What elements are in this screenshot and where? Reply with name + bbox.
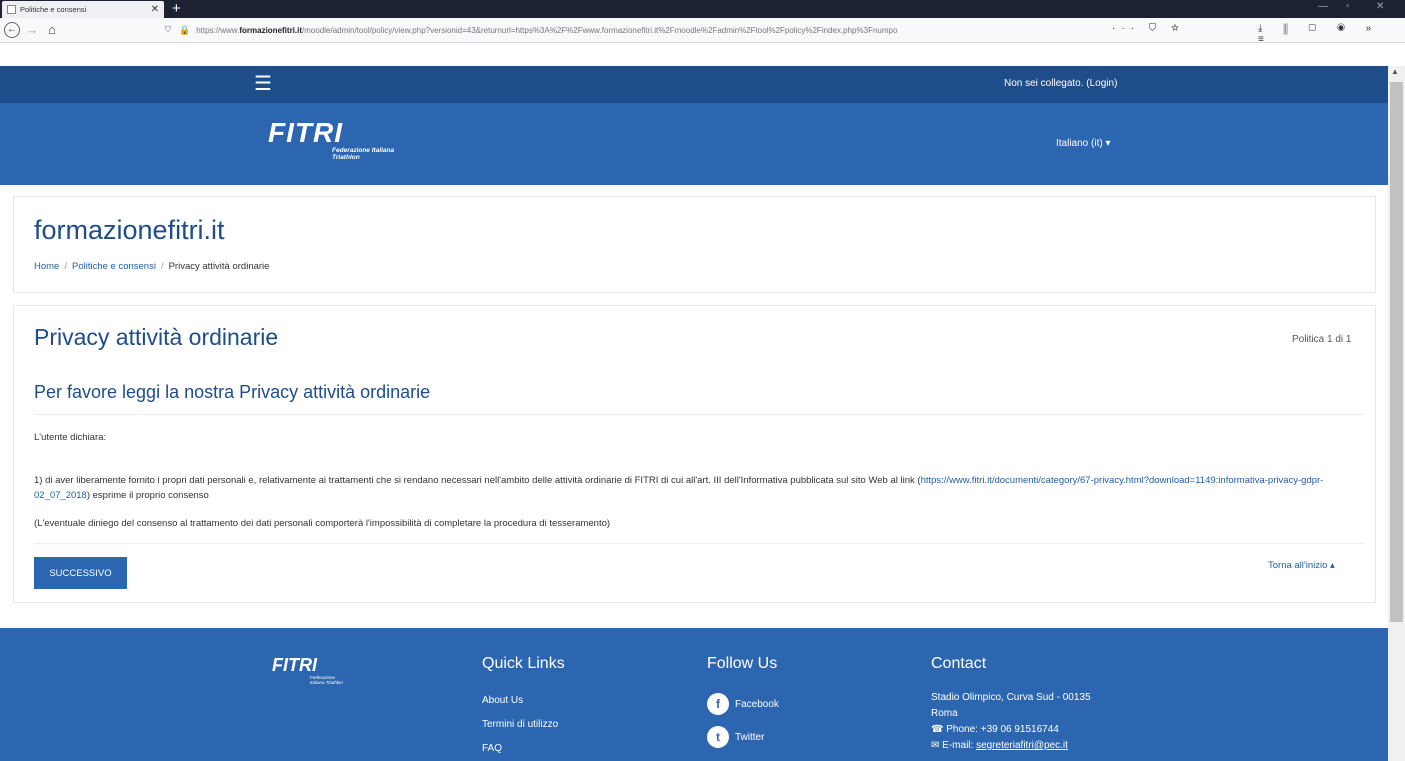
phone-text: Phone: +39 06 91516744 — [946, 724, 1059, 735]
policy-subtitle: Per favore leggi la nostra Privacy attiv… — [34, 382, 431, 402]
footer-logo-text: FITRI — [272, 655, 317, 675]
footer-link-about[interactable]: About Us — [482, 695, 523, 706]
next-button[interactable]: SUCCESSIVO — [34, 557, 127, 589]
facebook-icon: f — [707, 693, 729, 715]
browser-nav-bar: ← → ⌂ ⛉ 🔒 https://www. formazionefitri.it… — [0, 18, 1405, 45]
contact-address-line2: Roma — [931, 708, 958, 719]
divider — [34, 543, 1364, 544]
page-actions-icon[interactable]: ··· ⛉ ☆ — [1112, 23, 1185, 34]
hamburger-menu-icon[interactable]: ☰ — [254, 74, 272, 94]
url-path: /moodle/admin/tool/policy/view.php?versi… — [302, 25, 898, 35]
browser-tab-bar: Politiche e consensi ✕ + — ▫ ✕ — [0, 0, 1405, 18]
breadcrumb-separator: / — [160, 261, 164, 272]
phone-icon: ☎ — [931, 724, 944, 735]
breadcrumb-home[interactable]: Home — [34, 261, 59, 272]
url-domain: formazionefitri.it — [239, 25, 303, 35]
url-bar[interactable]: ⛉ 🔒 https://www. formazionefitri.it/moodl… — [165, 21, 1175, 39]
language-label: Italiano (it) — [1056, 138, 1103, 149]
item1-text-start: 1) di aver liberamente fornito i propri … — [34, 475, 921, 486]
item1-text-end: ) esprime il proprio consenso — [86, 490, 209, 501]
contact-address-line1: Stadio Olimpico, Curva Sud - 00135 — [931, 692, 1091, 703]
language-selector[interactable]: Italiano (it) ▾ — [1056, 138, 1111, 149]
lock-icon: 🔒 — [179, 24, 191, 35]
policy-link-part-a: https://www.fitri.it/documenti/category/… — [920, 475, 1094, 486]
back-icon[interactable]: ← — [4, 22, 20, 38]
back-to-top-link[interactable]: Torna all'inizio ▴ — [1268, 560, 1335, 571]
site-title: formazionefitri.it — [34, 215, 225, 245]
twitter-link[interactable]: t Twitter — [707, 726, 764, 748]
page-title: Privacy attività ordinarie — [34, 324, 279, 350]
breadcrumb-separator: / — [64, 261, 67, 272]
contact-email: ✉ E-mail: segreteriafitri@pec.it — [931, 740, 1068, 751]
scroll-up-icon[interactable]: ▲ — [1391, 67, 1399, 76]
home-icon[interactable]: ⌂ — [44, 22, 60, 38]
forward-icon[interactable]: → — [24, 22, 40, 38]
policy-counter: Politica 1 di 1 — [1292, 334, 1352, 345]
breadcrumb: Home / Politiche e consensi / Privacy attivi… — [34, 261, 269, 272]
facebook-label: Facebook — [735, 698, 779, 710]
footer-link-faq[interactable]: FAQ — [482, 743, 502, 754]
twitter-label: Twitter — [735, 731, 765, 743]
policy-item-1: 1) di aver liberamente fornito i propri … — [34, 473, 1369, 503]
tab-title: Politiche e consensi — [20, 5, 87, 14]
favicon-icon — [7, 5, 16, 14]
minimize-icon[interactable]: — — [1318, 1, 1328, 12]
email-link[interactable]: segreteriafitri@pec.it — [976, 740, 1068, 751]
envelope-icon: ✉ — [931, 740, 940, 751]
policy-intro: L'utente dichiara: — [34, 432, 107, 443]
site-top-nav: ☰ Non sei collegato. (Login) — [0, 66, 1388, 103]
policy-note: (L'eventuale diniego del consenso al tra… — [34, 518, 611, 529]
breadcrumb-policies[interactable]: Politiche e consensi — [72, 261, 156, 272]
footer-logo-subtext: Federazione Italiana Triathlon — [310, 675, 343, 685]
logo-text: FITRI — [268, 117, 343, 148]
caret-down-icon: ▾ — [1105, 138, 1111, 149]
email-label: E-mail: — [942, 740, 977, 751]
footer-logo[interactable]: FITRI Federazione Italiana Triathlon — [272, 655, 343, 685]
close-tab-icon[interactable]: ✕ — [151, 4, 159, 15]
contact-heading: Contact — [931, 655, 987, 672]
restore-icon[interactable]: ▫ — [1346, 1, 1350, 12]
facebook-link[interactable]: f Facebook — [707, 693, 779, 715]
browser-tab[interactable]: Politiche e consensi ✕ — [2, 1, 164, 18]
footer-link-terms[interactable]: Termini di utilizzo — [482, 719, 558, 730]
url-prefix: https://www. — [196, 25, 240, 35]
follow-us-heading: Follow Us — [707, 655, 778, 672]
breadcrumb-current: Privacy attività ordinarie — [168, 261, 270, 272]
shield-icon: ⛉ — [165, 25, 171, 34]
login-link[interactable]: Non sei collegato. (Login) — [1004, 78, 1117, 89]
divider — [34, 414, 1364, 415]
toolbar-icons[interactable]: ⤓ ⫼ ▢ ◉ » ≡ — [1258, 23, 1405, 45]
new-tab-icon[interactable]: + — [172, 1, 181, 16]
close-window-icon[interactable]: ✕ — [1376, 1, 1384, 12]
fitri-logo[interactable]: FITRI Federazione Italiana Triathlon — [268, 117, 394, 161]
site-header: Italiano (it) ▾ — [0, 103, 1388, 185]
twitter-icon: t — [707, 726, 729, 748]
logo-subtext: Federazione Italiana Triathlon — [332, 147, 395, 161]
quick-links-heading: Quick Links — [482, 655, 565, 672]
scrollbar-thumb[interactable] — [1390, 82, 1403, 622]
contact-phone: ☎ Phone: +39 06 91516744 — [931, 724, 1059, 735]
site-footer — [0, 628, 1388, 761]
